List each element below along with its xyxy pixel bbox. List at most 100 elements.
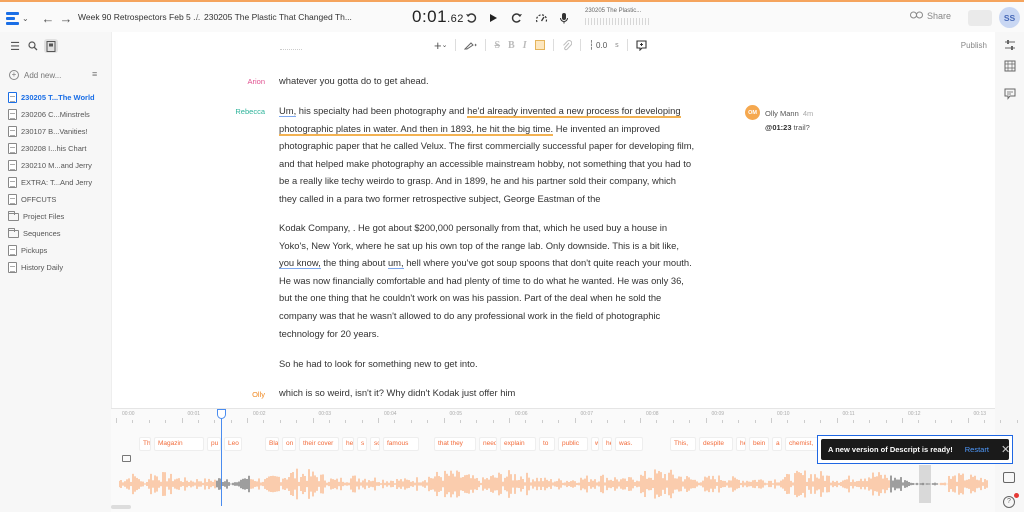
film-strip-icon[interactable]	[1004, 60, 1016, 72]
timeline-word[interactable]: on	[282, 437, 296, 451]
transcript-paragraph[interactable]: Um, his specialty had been photography a…	[279, 102, 695, 208]
timeline-word[interactable]: bein	[749, 437, 769, 451]
filler-word[interactable]: Um,	[279, 105, 297, 117]
document-icon	[8, 109, 17, 120]
strikethrough-icon[interactable]: S	[494, 40, 500, 51]
bold-icon[interactable]: B	[508, 40, 515, 51]
sidebar-item-label: 230205 T...The World	[21, 93, 95, 102]
ruler-tick-label: 00:10	[777, 411, 790, 417]
timeline-ruler[interactable]: 00:00 00:01 00:02 00:03 00:04 00:05 00:06 00:07…	[111, 409, 1018, 423]
transcript-text: hell where you've got soup spoons that d…	[279, 257, 692, 339]
breadcrumb-project[interactable]: Week 90 Retrospectors Feb 5 ...	[78, 12, 200, 22]
hamburger-menu-icon[interactable]: ☰	[8, 39, 22, 53]
italic-icon[interactable]: I	[523, 40, 527, 51]
playhead-handle[interactable]	[217, 409, 226, 419]
publish-button[interactable]: Publish	[961, 41, 987, 50]
timeline-word[interactable]: Magazin	[154, 437, 204, 451]
play-icon[interactable]	[483, 8, 503, 28]
notebook-icon[interactable]	[44, 39, 58, 53]
timeline-word[interactable]: he	[342, 437, 354, 451]
timeline-word[interactable]: to	[539, 437, 555, 451]
waveform-track-icon[interactable]	[122, 455, 131, 462]
sidebar-item[interactable]: 230210 M...and Jerry	[8, 157, 95, 174]
timeline-word[interactable]: This,	[670, 437, 696, 451]
help-icon[interactable]: ?	[1003, 496, 1015, 508]
filler-word[interactable]: you know,	[279, 257, 321, 270]
properties-sliders-icon[interactable]	[1004, 39, 1016, 51]
share-button[interactable]: Share	[910, 11, 951, 21]
transcript-paragraph[interactable]: Kodak Company, . He got about $200,000 p…	[279, 219, 695, 342]
timeline-word[interactable]: their cover	[299, 437, 339, 451]
timeline-scrollbar[interactable]	[111, 505, 131, 509]
sidebar-item[interactable]: 230206 C...Minstrels	[8, 106, 95, 123]
timeline-word[interactable]: s	[357, 437, 367, 451]
sidebar-item[interactable]: Pickups	[8, 242, 95, 259]
screen-layout-icon[interactable]	[1003, 472, 1015, 483]
sidebar-item[interactable]: OFFCUTS	[8, 191, 95, 208]
transcript-paragraph[interactable]: whatever you gotta do to get ahead.	[279, 72, 695, 90]
timeline-word[interactable]: w	[591, 437, 599, 451]
timeline-word[interactable]: so	[370, 437, 380, 451]
collaborators-button[interactable]	[968, 10, 992, 26]
timeline-word[interactable]: was.	[615, 437, 643, 451]
timeline-word[interactable]: explain	[500, 437, 536, 451]
timeline-word[interactable]: Th	[139, 437, 151, 451]
add-new-button[interactable]: + Add new...	[9, 70, 61, 80]
sidebar-item[interactable]: Project Files	[8, 208, 95, 225]
update-message: A new version of Descript is ready!	[828, 445, 953, 454]
toolbar-divider	[579, 39, 581, 51]
timeline-word[interactable]: famous	[383, 437, 419, 451]
sidebar-item[interactable]: Sequences	[8, 225, 95, 242]
descript-logo-menu[interactable]: ⌄	[6, 8, 32, 28]
comments-panel-icon[interactable]	[1004, 88, 1016, 100]
sidebar-item[interactable]: History Daily	[8, 259, 95, 276]
back-arrow-icon[interactable]: ←	[38, 8, 58, 28]
document-icon	[8, 92, 17, 103]
forward-arrow-icon[interactable]: →	[56, 8, 76, 28]
sidebar-item[interactable]: 230107 B...Vanities!	[8, 123, 95, 140]
insert-plus-icon[interactable]: + ⌄	[434, 38, 447, 53]
highlight-color-icon[interactable]	[534, 40, 545, 50]
transcript-paragraph[interactable]: which is so weird, isn't it? Why didn't …	[279, 384, 695, 402]
breadcrumb-document[interactable]: 230205 The Plastic That Changed Th...	[204, 12, 352, 22]
rewind-icon[interactable]	[461, 8, 481, 28]
pen-tool-icon[interactable]	[464, 40, 478, 50]
ruler-tick	[443, 418, 445, 423]
filler-word[interactable]: um,	[387, 257, 404, 270]
comment-timestamp[interactable]: @01:23	[765, 123, 792, 132]
sort-filter-icon[interactable]: ≡	[92, 69, 97, 79]
comment-text: trail?	[793, 123, 810, 132]
speaker-label-olly[interactable]: Olly	[211, 390, 265, 399]
timeline-word[interactable]: despite	[699, 437, 733, 451]
add-comment-icon[interactable]	[636, 39, 647, 51]
speaker-label-rebecca[interactable]: Rebecca	[211, 107, 265, 116]
attach-paperclip-icon[interactable]	[562, 39, 572, 51]
timeline-word[interactable]: Bla	[265, 437, 279, 451]
sidebar-item[interactable]: EXTRA: T...And Jerry	[8, 174, 95, 191]
audio-waveform[interactable]	[119, 465, 989, 503]
speaker-label-arion[interactable]: Arion	[211, 77, 265, 86]
timeline-word[interactable]: a	[772, 437, 782, 451]
user-avatar[interactable]: SS	[999, 7, 1020, 28]
ruler-tick	[165, 420, 167, 423]
sidebar-item[interactable]: 230208 I...his Chart	[8, 140, 95, 157]
timeline-word[interactable]: he	[736, 437, 746, 451]
timeline-word[interactable]: that they	[434, 437, 476, 451]
speed-gauge-icon[interactable]	[531, 8, 551, 28]
timeline-word[interactable]: need	[479, 437, 497, 451]
timeline-word[interactable]: he	[602, 437, 612, 451]
sidebar-item[interactable]: 230205 T...The World	[8, 89, 95, 106]
transcript-paragraph[interactable]: So he had to look for something new to g…	[279, 355, 695, 373]
transcript-text: his specialty had been photography and	[296, 105, 468, 116]
restart-button[interactable]: Restart	[965, 445, 989, 454]
microphone-icon[interactable]	[554, 8, 574, 28]
timeline-word[interactable]: Leo	[224, 437, 242, 451]
timeline-word[interactable]: public	[558, 437, 588, 451]
close-icon[interactable]: ✕	[1001, 443, 1010, 456]
ruler-tick	[541, 420, 543, 423]
timeline-word[interactable]: pu	[207, 437, 221, 451]
search-icon[interactable]	[26, 39, 40, 53]
playhead[interactable]	[221, 409, 222, 506]
gap-duration-control[interactable]: ┆ 0.0	[589, 40, 608, 51]
fast-forward-icon[interactable]	[507, 8, 527, 28]
